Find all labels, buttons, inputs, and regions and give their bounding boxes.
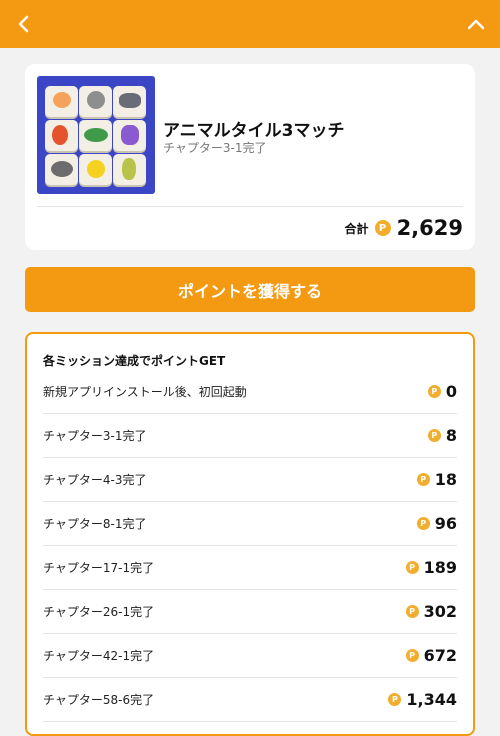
app-title: アニマルタイル3マッチ	[163, 121, 345, 141]
mission-label: チャプター17-1完了	[43, 561, 155, 575]
mission-label: チャプター3-1完了	[43, 429, 147, 443]
mission-points: P 672	[405, 646, 457, 665]
mission-value: 96	[434, 514, 457, 533]
mission-value: 189	[423, 558, 457, 577]
app-icon	[37, 76, 155, 194]
mission-label: 新規アプリインストール後、初回起動	[43, 385, 247, 399]
app-card: アニマルタイル3マッチ チャプター3-1完了 合計 P 2,629	[25, 64, 475, 250]
mission-row: 新規アプリインストール後、初回起動 P0	[43, 370, 457, 414]
mission-points: P 189	[405, 558, 457, 577]
top-bar	[0, 0, 500, 48]
point-coin-icon: P	[405, 561, 419, 574]
app-subtitle: チャプター3-1完了	[163, 141, 267, 155]
get-points-button[interactable]: ポイントを獲得する	[25, 267, 475, 312]
mission-points: P 18	[416, 470, 457, 489]
point-coin-icon: P	[405, 605, 419, 618]
point-coin-icon: P	[405, 649, 419, 662]
mission-row: チャプター8-1完了 P 96	[43, 502, 457, 546]
mission-label: チャプター4-3完了	[43, 473, 147, 487]
total-value: 2,629	[396, 216, 463, 240]
mission-value: 18	[434, 470, 457, 489]
back-button[interactable]	[0, 0, 48, 48]
mission-heading: 各ミッション達成でポイントGET	[43, 354, 226, 368]
mission-row: チャプター17-1完了 P 189	[43, 546, 457, 590]
mission-points: P 96	[416, 514, 457, 533]
total-label: 合計	[344, 221, 369, 236]
mission-points: P8	[427, 426, 457, 445]
mission-row: チャプター58-6完了 P 1,344	[43, 678, 457, 722]
mission-points: P 302	[405, 602, 457, 621]
mission-panel: 各ミッション達成でポイントGET 新規アプリインストール後、初回起動 P0 チャ…	[25, 332, 475, 736]
mission-list: 新規アプリインストール後、初回起動 P0 チャプター3-1完了 P8 チャプター…	[43, 370, 457, 722]
mission-value: 8	[445, 426, 457, 445]
point-coin-icon: P	[427, 429, 441, 442]
point-coin-icon: P	[416, 473, 430, 486]
mission-points: P0	[427, 382, 457, 401]
total-points: 合計 P 2,629	[345, 216, 463, 240]
mission-label: チャプター42-1完了	[43, 649, 155, 663]
mission-label: チャプター8-1完了	[43, 517, 147, 531]
mission-row: チャプター3-1完了 P8	[43, 414, 457, 458]
mission-value: 302	[423, 602, 457, 621]
point-coin-icon: P	[427, 385, 441, 398]
mission-value: 672	[423, 646, 457, 665]
mission-row: チャプター26-1完了 P 302	[43, 590, 457, 634]
chevron-up-icon	[467, 19, 485, 30]
divider	[37, 206, 463, 207]
mission-label: チャプター26-1完了	[43, 605, 155, 619]
point-coin-icon: P	[374, 220, 391, 236]
mission-row: チャプター4-3完了 P 18	[43, 458, 457, 502]
point-coin-icon: P	[416, 517, 430, 530]
collapse-button[interactable]	[452, 0, 500, 48]
chevron-left-icon	[18, 15, 29, 33]
mission-row: チャプター42-1完了 P 672	[43, 634, 457, 678]
mission-value: 0	[445, 382, 457, 401]
